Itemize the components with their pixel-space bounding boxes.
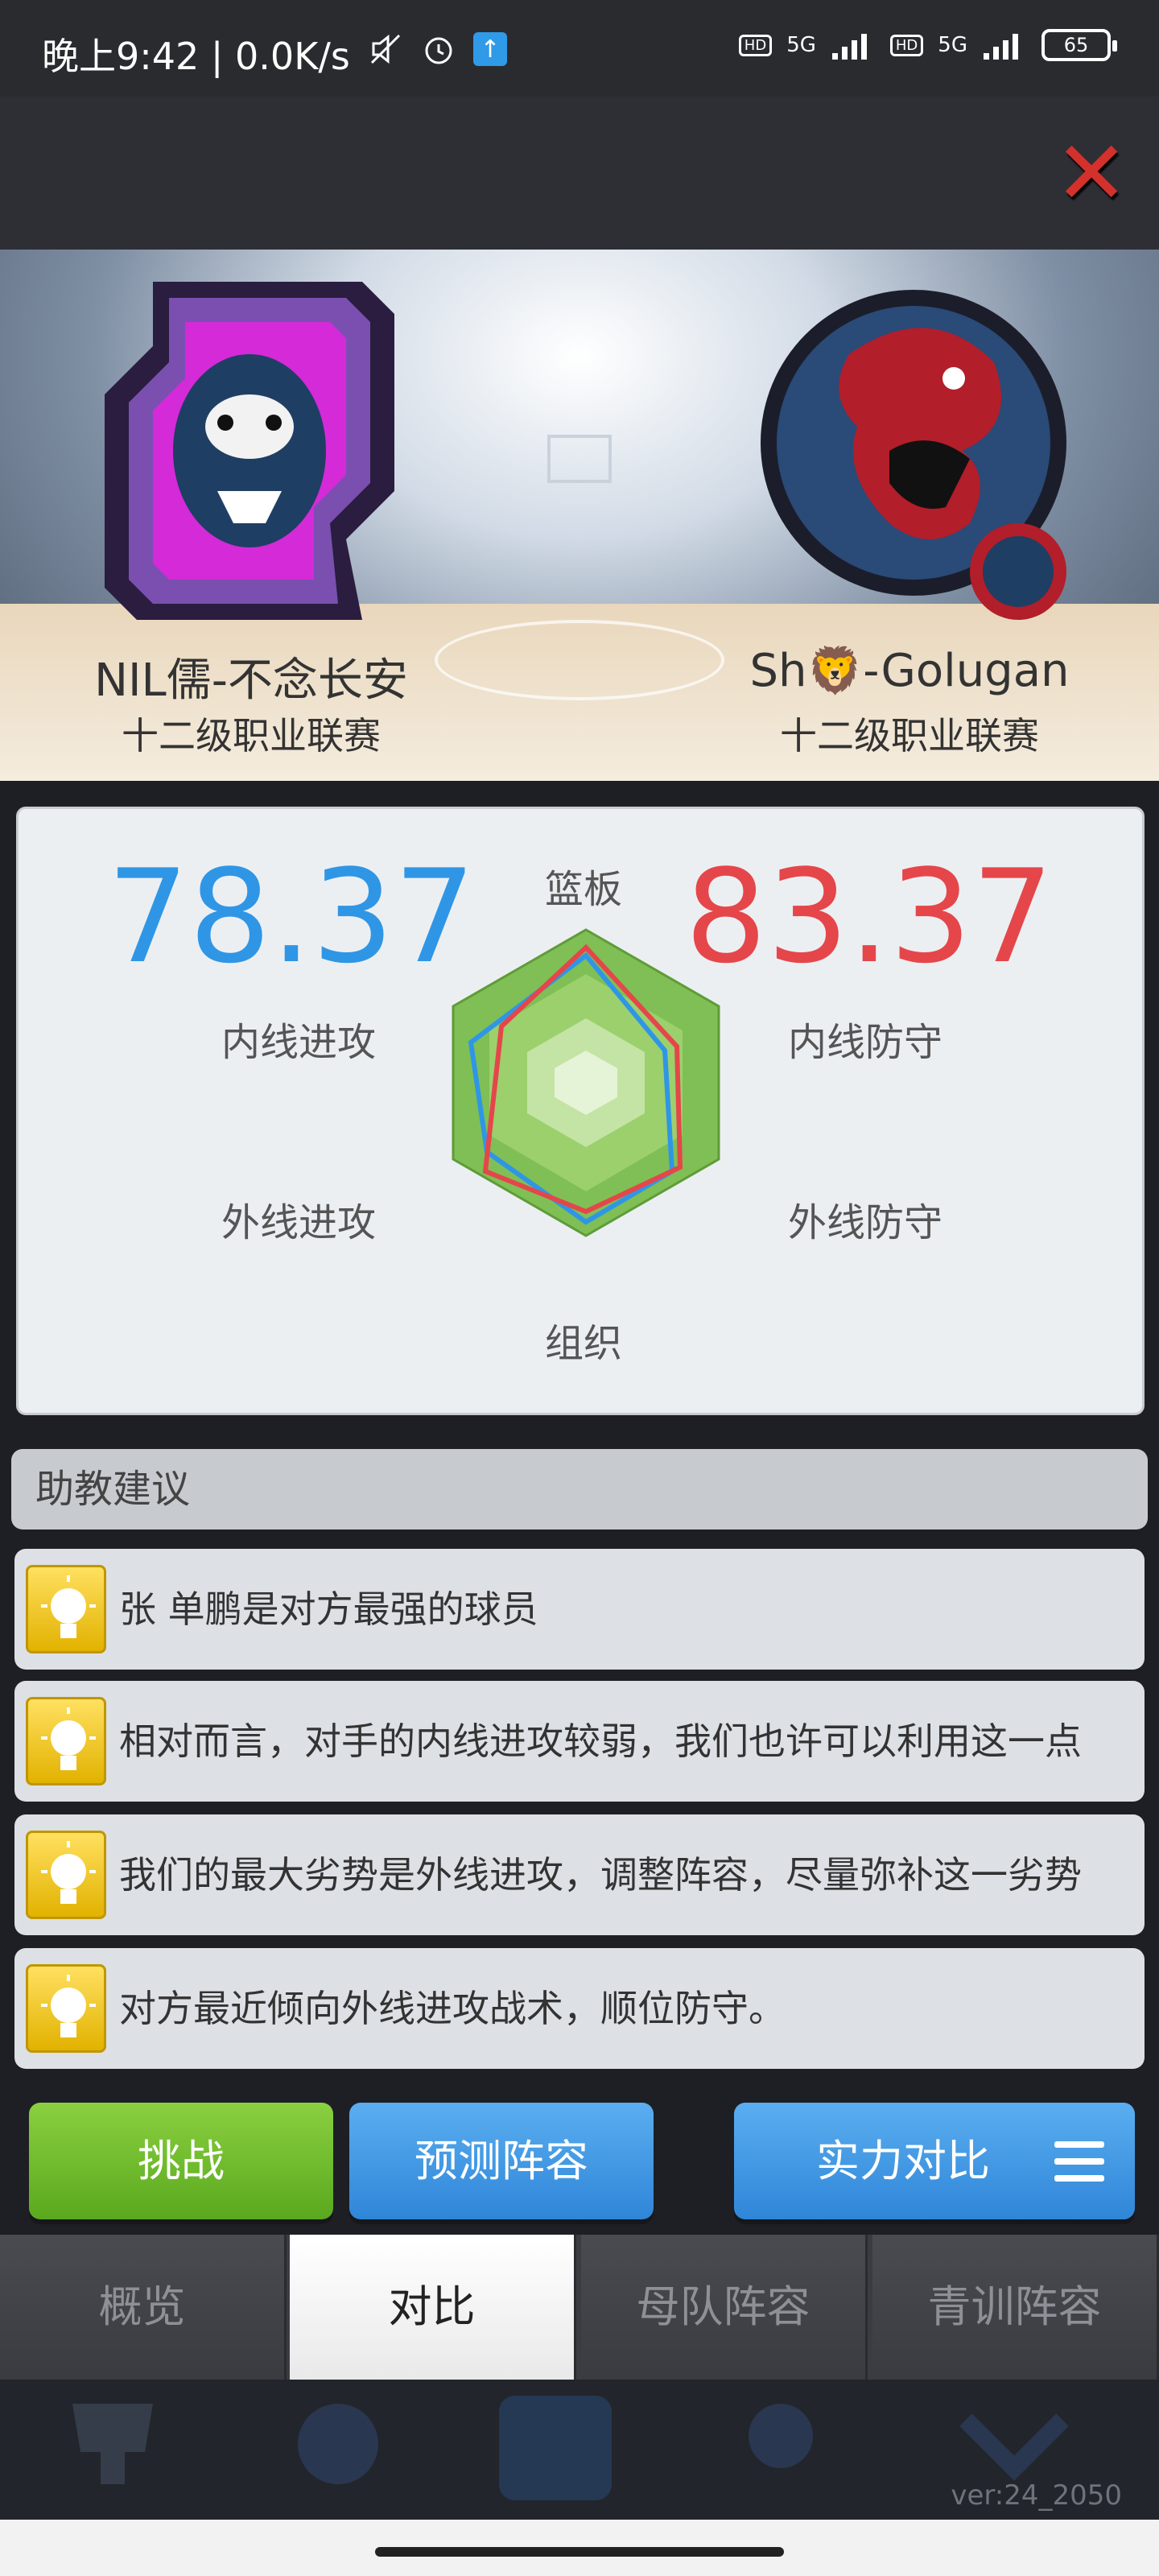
left-team-score: 78.37	[107, 841, 476, 992]
bottom-nav: ver:24_2050	[0, 2380, 1159, 2520]
advice-header: 助教建议	[11, 1449, 1148, 1530]
hd-icon: HD	[738, 34, 773, 56]
version-label: ver:24_2050	[951, 2479, 1122, 2512]
right-team-score: 83.37	[684, 841, 1054, 992]
status-time: 晚上9:42 | 0.0K/s	[42, 35, 350, 78]
right-team-league: 十二级职业联赛	[780, 714, 1039, 758]
basketball-hoop-icon	[547, 435, 612, 483]
tab-bar: 概览 对比 母队阵容 青训阵容	[0, 2235, 1159, 2380]
network-5g-1: 5G	[786, 33, 816, 57]
hd-icon-2: HD	[889, 34, 924, 56]
network-5g-2: 5G	[938, 33, 967, 57]
team-icon	[499, 2396, 612, 2500]
axis-outside-attack: 外线进攻	[221, 1200, 377, 1245]
tab-parent-roster[interactable]: 母队阵容	[581, 2235, 868, 2380]
tab-overview[interactable]: 概览	[0, 2235, 287, 2380]
advice-text: 我们的最大劣势是外线进攻，调整阵容，尽量弥补这一劣势	[119, 1853, 1082, 1897]
lightbulb-icon	[26, 1697, 106, 1785]
status-bar: 晚上9:42 | 0.0K/s ↑ HD 5G HD 5G 65	[0, 0, 1159, 97]
axis-inside-defense: 内线防守	[788, 1020, 943, 1065]
screen: 晚上9:42 | 0.0K/s ↑ HD 5G HD 5G 65 ✕ NIL儒-…	[0, 0, 1159, 2576]
lightbulb-icon	[26, 1831, 106, 1919]
dinosaur-logo-icon[interactable]	[753, 266, 1074, 636]
mute-icon	[370, 34, 401, 64]
advice-item: 张 单鹏是对方最强的球员	[14, 1549, 1145, 1670]
battery-level: 65	[1063, 34, 1089, 56]
advice-item: 我们的最大劣势是外线进攻，调整阵容，尽量弥补这一劣势	[14, 1814, 1145, 1935]
strength-compare-button[interactable]: 实力对比	[734, 2103, 1135, 2219]
trophy-icon	[72, 2404, 153, 2484]
lightbulb-icon	[26, 1964, 106, 2053]
title-bar: ✕	[0, 97, 1159, 250]
advice-text: 对方最近倾向外线进攻战术，顺位防守。	[119, 1987, 786, 2030]
strength-comparison-panel: 78.37 83.37 篮板 内线进攻 外线进攻 内线防守 外线防守 组织	[16, 807, 1145, 1415]
axis-rebound: 篮板	[545, 867, 623, 912]
predict-lineup-button[interactable]: 预测阵容	[349, 2103, 654, 2219]
axis-organization: 组织	[545, 1321, 623, 1366]
battery-icon: 65	[1041, 29, 1117, 61]
tab-youth-roster[interactable]: 青训阵容	[872, 2235, 1159, 2380]
tiger-logo-icon[interactable]	[89, 266, 410, 636]
advice-text: 张 单鹏是对方最强的球员	[119, 1587, 538, 1631]
upload-icon: ↑	[473, 32, 507, 66]
advice-text: 相对而言，对手的内线进攻较弱，我们也许可以利用这一点	[119, 1719, 1082, 1763]
strength-compare-label: 实力对比	[816, 2136, 990, 2186]
player-icon	[749, 2404, 813, 2468]
signal-icon-2	[984, 34, 1018, 60]
tab-compare[interactable]: 对比	[290, 2235, 576, 2380]
currency-icon	[298, 2404, 378, 2484]
right-team-name: Sh🦁-Golugan	[749, 645, 1070, 697]
lightbulb-icon	[26, 1565, 106, 1653]
alarm-icon	[425, 37, 452, 64]
menu-icon	[1054, 2141, 1104, 2182]
status-icons-left: ↑	[367, 31, 507, 68]
status-icons-right: HD 5G HD 5G 65	[738, 29, 1117, 61]
close-icon[interactable]: ✕	[1054, 129, 1128, 217]
signal-icon-1	[831, 34, 867, 60]
axis-inside-attack: 内线进攻	[221, 1020, 377, 1065]
advice-item: 对方最近倾向外线进攻战术，顺位防守。	[14, 1948, 1145, 2069]
left-team-name: NIL儒-不念长安	[94, 654, 408, 707]
challenge-button[interactable]: 挑战	[29, 2103, 333, 2219]
team-header: NIL儒-不念长安 十二级职业联赛 Sh🦁-Golugan 十二级职业联赛	[0, 250, 1159, 781]
advice-item: 相对而言，对手的内线进攻较弱，我们也许可以利用这一点	[14, 1681, 1145, 1802]
radar-chart	[452, 928, 720, 1237]
left-team-league: 十二级职业联赛	[122, 714, 381, 758]
axis-outside-defense: 外线防守	[788, 1200, 943, 1245]
home-indicator[interactable]	[375, 2547, 784, 2557]
